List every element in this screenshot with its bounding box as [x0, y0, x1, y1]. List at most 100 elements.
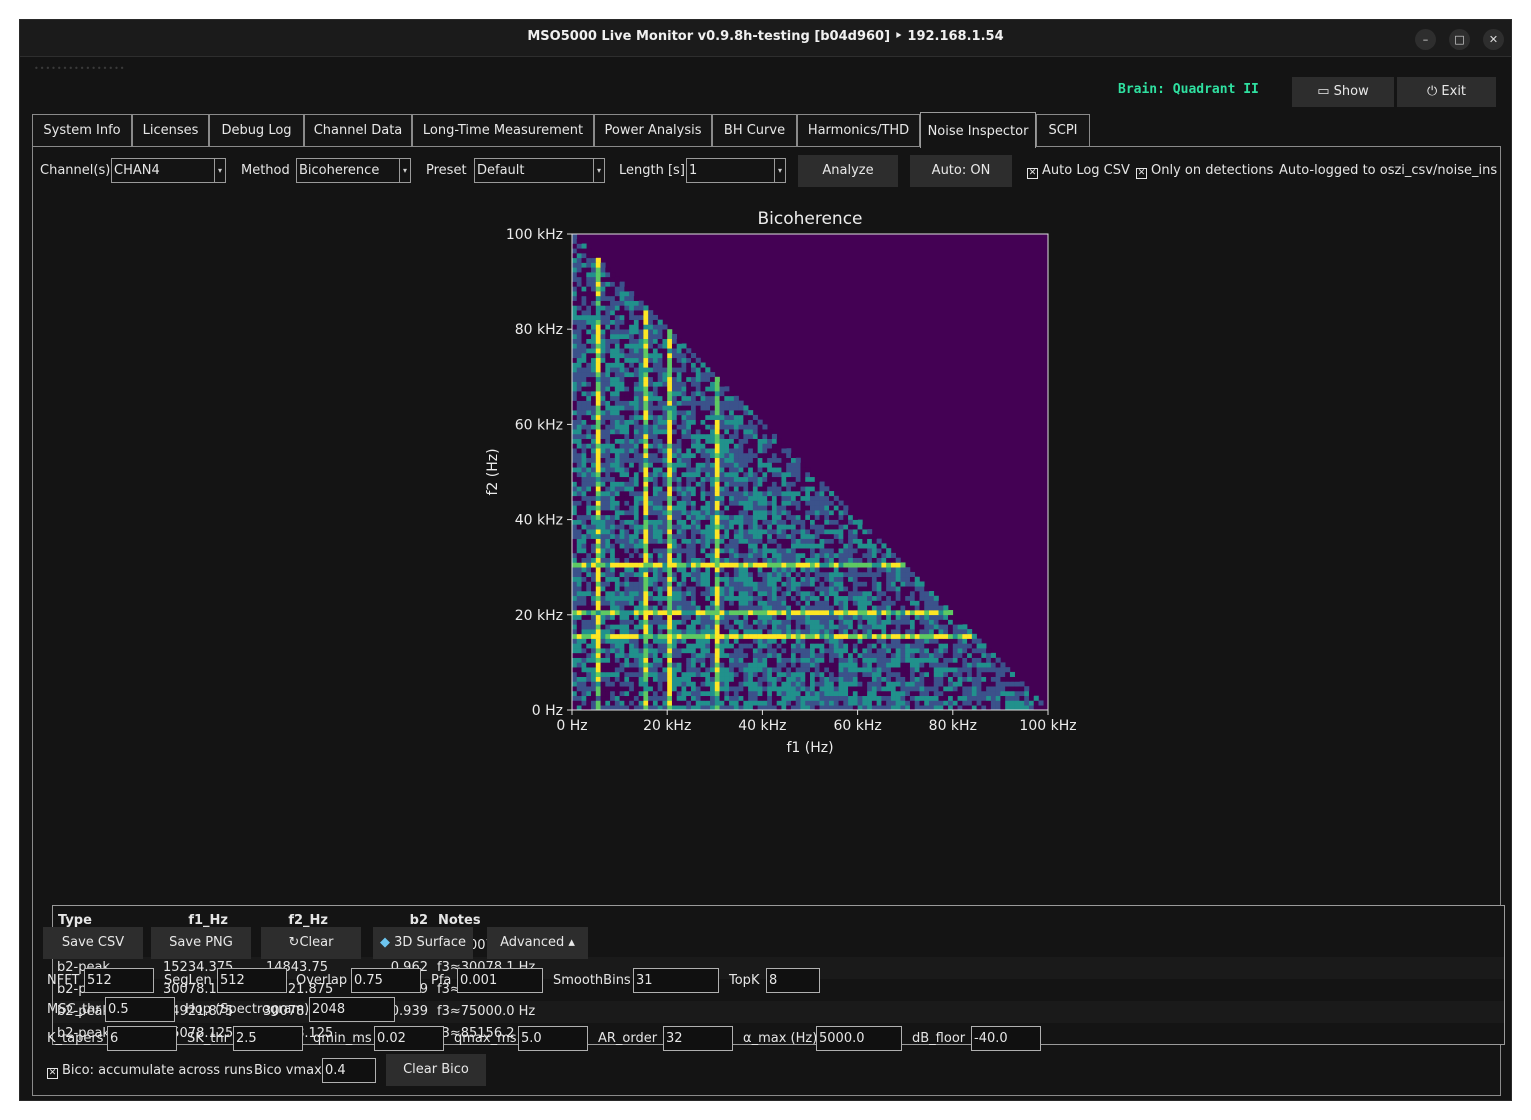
tab-scpi[interactable]: SCPI — [1036, 114, 1090, 147]
heatmap-cell — [843, 676, 849, 682]
heatmap-cell — [676, 467, 682, 473]
heatmap-cell — [633, 467, 639, 473]
heatmap-cell — [729, 686, 735, 692]
heatmap-cell — [786, 505, 792, 511]
heatmap-cell — [638, 538, 644, 544]
heatmap-cell — [962, 652, 968, 658]
heatmap-cell — [581, 457, 587, 463]
heatmap-cell — [852, 576, 858, 582]
tab-licenses[interactable]: Licenses — [132, 114, 209, 147]
tab-bh-curve[interactable]: BH Curve — [712, 114, 797, 147]
heatmap-cell — [591, 514, 597, 520]
channel-select[interactable]: CHAN4 ▾ — [111, 158, 226, 183]
heatmap-cell — [643, 433, 649, 439]
heatmap-cell — [652, 414, 658, 420]
auto-log-csv-checkbox[interactable]: ✕ Auto Log CSV — [1027, 163, 1130, 179]
heatmap-cell — [657, 643, 663, 649]
heatmap-cell — [676, 624, 682, 630]
tab-long-time-measurement[interactable]: Long-Time Measurement — [412, 114, 594, 147]
heatmap-cell — [900, 662, 906, 668]
heatmap-cell — [681, 372, 687, 378]
heatmap-cell — [600, 557, 606, 563]
heatmap-cell — [848, 686, 854, 692]
heatmap-cell — [819, 533, 825, 539]
heatmap-cell — [748, 595, 754, 601]
heatmap-cell — [757, 557, 763, 563]
heatmap-cell — [738, 519, 744, 525]
minimize-icon[interactable]: – — [1415, 29, 1436, 50]
heatmap-cell — [943, 648, 949, 654]
heatmap-cell — [629, 700, 635, 706]
method-select[interactable]: Bicoherence ▾ — [296, 158, 411, 183]
heatmap-cell — [648, 595, 654, 601]
heatmap-cell — [572, 524, 578, 530]
show-button[interactable]: ▭ Show — [1292, 77, 1394, 107]
heatmap-cell — [648, 452, 654, 459]
heatmap-cell — [648, 348, 654, 354]
heatmap-cell — [776, 581, 782, 587]
only-detections-checkbox[interactable]: ✕ Only on detections — [1136, 163, 1273, 179]
heatmap-cell — [681, 348, 687, 354]
heatmap-cell — [714, 600, 720, 606]
heatmap-cell — [705, 600, 711, 606]
heatmap-cell — [795, 567, 801, 573]
heatmap-cell — [829, 519, 835, 525]
heatmap-cell — [700, 462, 706, 468]
heatmap-cell — [771, 700, 777, 706]
heatmap-cell — [652, 595, 658, 601]
tab-channel-data[interactable]: Channel Data — [304, 114, 412, 147]
heatmap-cell — [719, 676, 725, 682]
heatmap-cell — [719, 543, 725, 549]
heatmap-cell — [705, 681, 711, 687]
heatmap-cell — [743, 533, 749, 539]
heatmap-cell — [895, 629, 901, 635]
heatmap-cell — [738, 681, 744, 687]
heatmap-cell — [962, 624, 968, 630]
heatmap-cell — [681, 433, 687, 439]
heatmap-cell — [795, 629, 801, 635]
heatmap-cell — [838, 643, 844, 649]
auto-toggle-button[interactable]: Auto: ON — [910, 155, 1012, 187]
heatmap-cell — [771, 457, 777, 463]
heatmap-cell — [595, 481, 601, 487]
heatmap-cell — [638, 353, 644, 359]
heatmap-cell — [1005, 686, 1011, 692]
heatmap-cell — [629, 462, 635, 468]
heatmap-cell — [767, 686, 773, 692]
heatmap-cell — [790, 619, 797, 625]
heatmap-cell — [729, 586, 735, 592]
tab-system-info[interactable]: System Info — [32, 114, 132, 147]
analyze-button[interactable]: Analyze — [798, 155, 898, 187]
preset-select[interactable]: Default ▾ — [474, 158, 605, 183]
heatmap-cell — [600, 495, 606, 501]
heatmap-cell — [572, 648, 578, 654]
length-select[interactable]: 1 ▾ — [686, 158, 786, 183]
heatmap-cell — [629, 591, 635, 597]
heatmap-cell — [643, 533, 649, 539]
close-icon[interactable]: ✕ — [1483, 29, 1504, 50]
heatmap-cell — [576, 681, 582, 687]
heatmap-cell — [657, 348, 663, 354]
heatmap-cell — [629, 486, 635, 492]
heatmap-cell — [629, 581, 635, 587]
tab-noise-inspector[interactable]: Noise Inspector — [920, 112, 1036, 148]
heatmap-cell — [648, 500, 654, 506]
heatmap-cell — [619, 448, 625, 454]
heatmap-cell — [629, 662, 635, 668]
heatmap-cell — [781, 519, 787, 525]
heatmap-cell — [633, 548, 639, 554]
heatmap-cell — [624, 500, 630, 506]
tab-power-analysis[interactable]: Power Analysis — [594, 114, 712, 147]
exit-button[interactable]: ⏻ Exit — [1397, 77, 1496, 107]
tab-harmonics-thd[interactable]: Harmonics/THD — [797, 114, 920, 147]
heatmap-cell — [805, 510, 811, 516]
drag-grip[interactable]: •••••••••••••••• — [34, 64, 126, 73]
heatmap-cell — [714, 638, 720, 644]
heatmap-cell — [919, 662, 925, 668]
tab-debug-log[interactable]: Debug Log — [209, 114, 304, 147]
heatmap-cell — [710, 552, 716, 558]
heatmap-cell — [838, 586, 844, 592]
heatmap-cell — [924, 690, 930, 697]
maximize-icon[interactable]: □ — [1449, 29, 1470, 50]
heatmap-cell — [648, 476, 654, 482]
